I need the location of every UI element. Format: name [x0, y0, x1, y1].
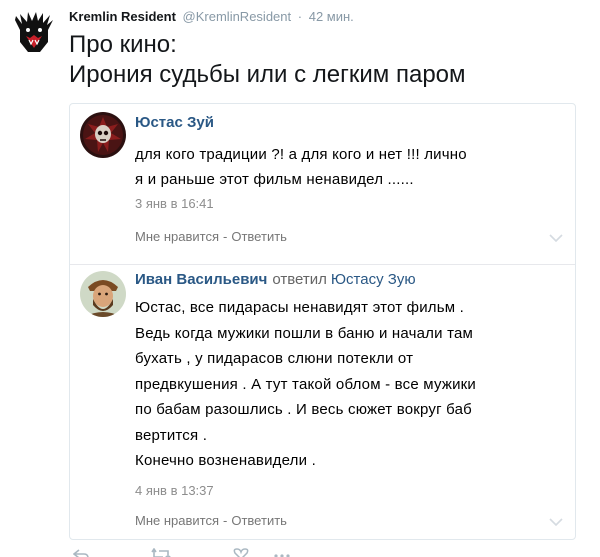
reply-prefix: ответил — [272, 271, 327, 288]
comment-text-line: по бабам разошлись . И весь сюжет вокруг… — [135, 401, 472, 418]
skull-avatar-icon — [80, 112, 126, 158]
comment-actions: Мне нравится - Ответить — [135, 513, 287, 528]
comment-text: для кого традиции ?! а для кого и нет !!… — [135, 142, 565, 192]
reply-link: Ответить — [231, 513, 287, 528]
tweet-header: Kremlin Resident @KremlinResident · 42 м… — [69, 9, 354, 24]
like-link: Мне нравится — [135, 229, 220, 244]
retweet-icon[interactable] — [151, 548, 171, 557]
chevron-down-icon — [549, 518, 563, 527]
comment-author: Юстас Зуй — [135, 114, 214, 131]
timestamp[interactable]: 42 мин. — [309, 9, 354, 24]
comment-text-line: Ведь когда мужики пошли в баню и начали … — [135, 324, 474, 342]
reply-target: Юстасу Зую — [330, 271, 416, 288]
comment-author: Иван Васильевич ответил Юстасу Зую — [135, 271, 416, 288]
bearded-man-avatar-icon — [80, 271, 126, 317]
comment-author-name: Иван Васильевич — [135, 271, 268, 288]
author-name[interactable]: Kremlin Resident — [69, 9, 176, 24]
tweet-text-line: Ирония судьбы или с легким паром — [69, 61, 466, 88]
comment-text-line: Юстас, все пидарасы ненавидят этот фильм… — [135, 299, 464, 316]
comment: Иван Васильевич ответил Юстасу Зую Юстас, … — [70, 264, 575, 539]
tweet-text-line: Про кино: — [69, 31, 177, 58]
embedded-image[interactable]: Юстас Зуй для кого традиции ?! а для ког… — [69, 103, 576, 540]
avatar[interactable] — [10, 8, 58, 56]
comment-actions: Мне нравится - Ответить — [135, 229, 287, 244]
tweet-actions — [69, 548, 389, 557]
reply-icon[interactable] — [73, 548, 89, 557]
comment-text-line: вертится . — [135, 426, 208, 444]
tweet-text: Про кино: Ирония судьбы или с легким пар… — [69, 30, 466, 90]
more-icon[interactable] — [273, 548, 291, 557]
comment-date: 3 янв в 16:41 — [135, 196, 214, 211]
comment-text-line: Конечно возненавидели . — [135, 452, 316, 469]
separator-dash: - — [223, 229, 228, 244]
author-handle[interactable]: @KremlinResident — [183, 9, 292, 24]
reply-link: Ответить — [231, 229, 287, 244]
separator-dot: · — [297, 9, 303, 24]
comment-date: 4 янв в 13:37 — [135, 483, 214, 498]
chevron-down-icon — [549, 234, 563, 243]
comment-text-line: я и раньше этот фильм ненавидел ...... — [135, 171, 414, 188]
comment-text-line: для кого традиции ?! а для кого и нет !!… — [135, 146, 467, 163]
bear-logo-icon — [10, 8, 58, 56]
like-link: Мне нравится — [135, 513, 220, 528]
avatar — [80, 112, 126, 158]
avatar — [80, 271, 126, 317]
comment-text-line: предвкушения . А тут такой облом - все м… — [135, 375, 476, 393]
separator-dash: - — [223, 513, 228, 528]
comment-text: Юстас, все пидарасы ненавидят этот фильм… — [135, 295, 565, 474]
comment-text-line: бухать , у пидарасов слюни потекли от — [135, 350, 414, 367]
heart-icon[interactable] — [233, 548, 249, 557]
comment: Юстас Зуй для кого традиции ?! а для ког… — [70, 104, 575, 264]
